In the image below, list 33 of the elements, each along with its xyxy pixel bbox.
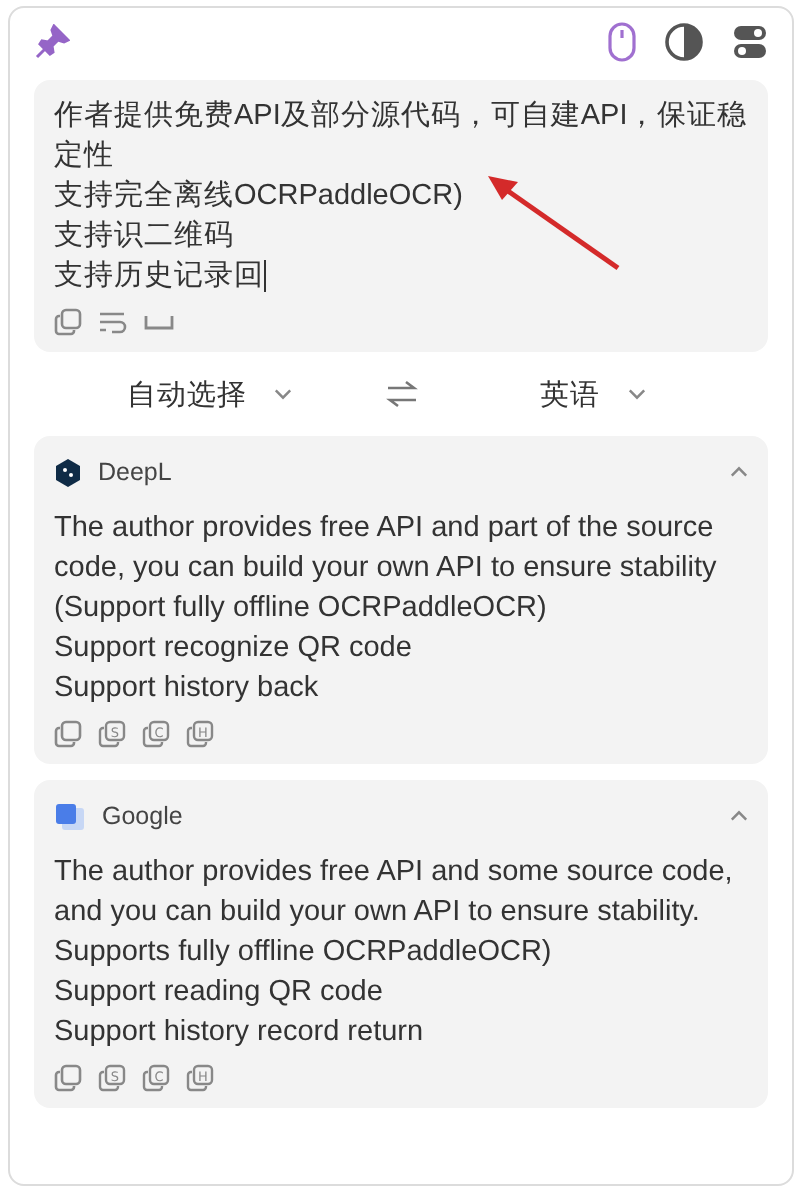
- service-name: DeepL: [98, 458, 174, 486]
- caret-down-icon[interactable]: [274, 388, 293, 400]
- source-text-line: 支持历史记录回: [54, 258, 268, 296]
- caret-up-icon[interactable]: [730, 810, 748, 822]
- copy-icon[interactable]: [54, 308, 82, 336]
- translation-text: Support recognize QR code: [54, 630, 414, 668]
- space-icon[interactable]: [144, 314, 174, 330]
- source-text-line: 支持识二维码: [54, 217, 236, 256]
- toggle-icon[interactable]: [732, 24, 768, 60]
- copy-icon[interactable]: [54, 720, 82, 748]
- service-name: Google: [102, 802, 185, 830]
- translation-text: Supports fully offline OCRPaddleOCR): [54, 934, 554, 972]
- source-text-line: 作者提供免费API及部分源代码，可自建API，保证稳定性: [54, 97, 748, 176]
- caret-down-icon[interactable]: [627, 388, 646, 400]
- translation-text: The author provides free API and some source code, and you can build your own API to ensure stability.: [54, 854, 735, 932]
- wrap-icon[interactable]: [98, 310, 128, 334]
- service-logo-icon: [54, 457, 82, 487]
- source-text-field[interactable]: 作者提供免费API及部分源代码，可自建API，保证稳定性 支持完全离线OCRPaddleOCR) 支持识二维码 支持历史记录回: [34, 80, 768, 352]
- copy-icon[interactable]: [54, 1064, 82, 1092]
- translation-text: (Support fully offline OCRPaddleOCR): [54, 590, 549, 628]
- contrast-icon[interactable]: [664, 22, 704, 62]
- source-text-line: 支持完全离线OCRPaddleOCR): [54, 177, 465, 216]
- source-language-select[interactable]: 自动选择: [114, 371, 305, 417]
- pin-icon[interactable]: [34, 24, 70, 60]
- mouse-icon[interactable]: [608, 22, 636, 62]
- translation-text: Support history record return: [54, 1014, 426, 1052]
- service-logo-icon: [54, 801, 86, 831]
- translation-text: Support history back: [54, 670, 321, 708]
- caret-up-icon[interactable]: [730, 466, 748, 478]
- swap-icon[interactable]: [385, 380, 417, 408]
- translation-text: The author provides free API and part of the source code, you can build your own API to ensure stability: [54, 510, 719, 588]
- translation-text: Support reading QR code: [54, 974, 385, 1012]
- target-language-select[interactable]: 英语: [527, 371, 658, 417]
